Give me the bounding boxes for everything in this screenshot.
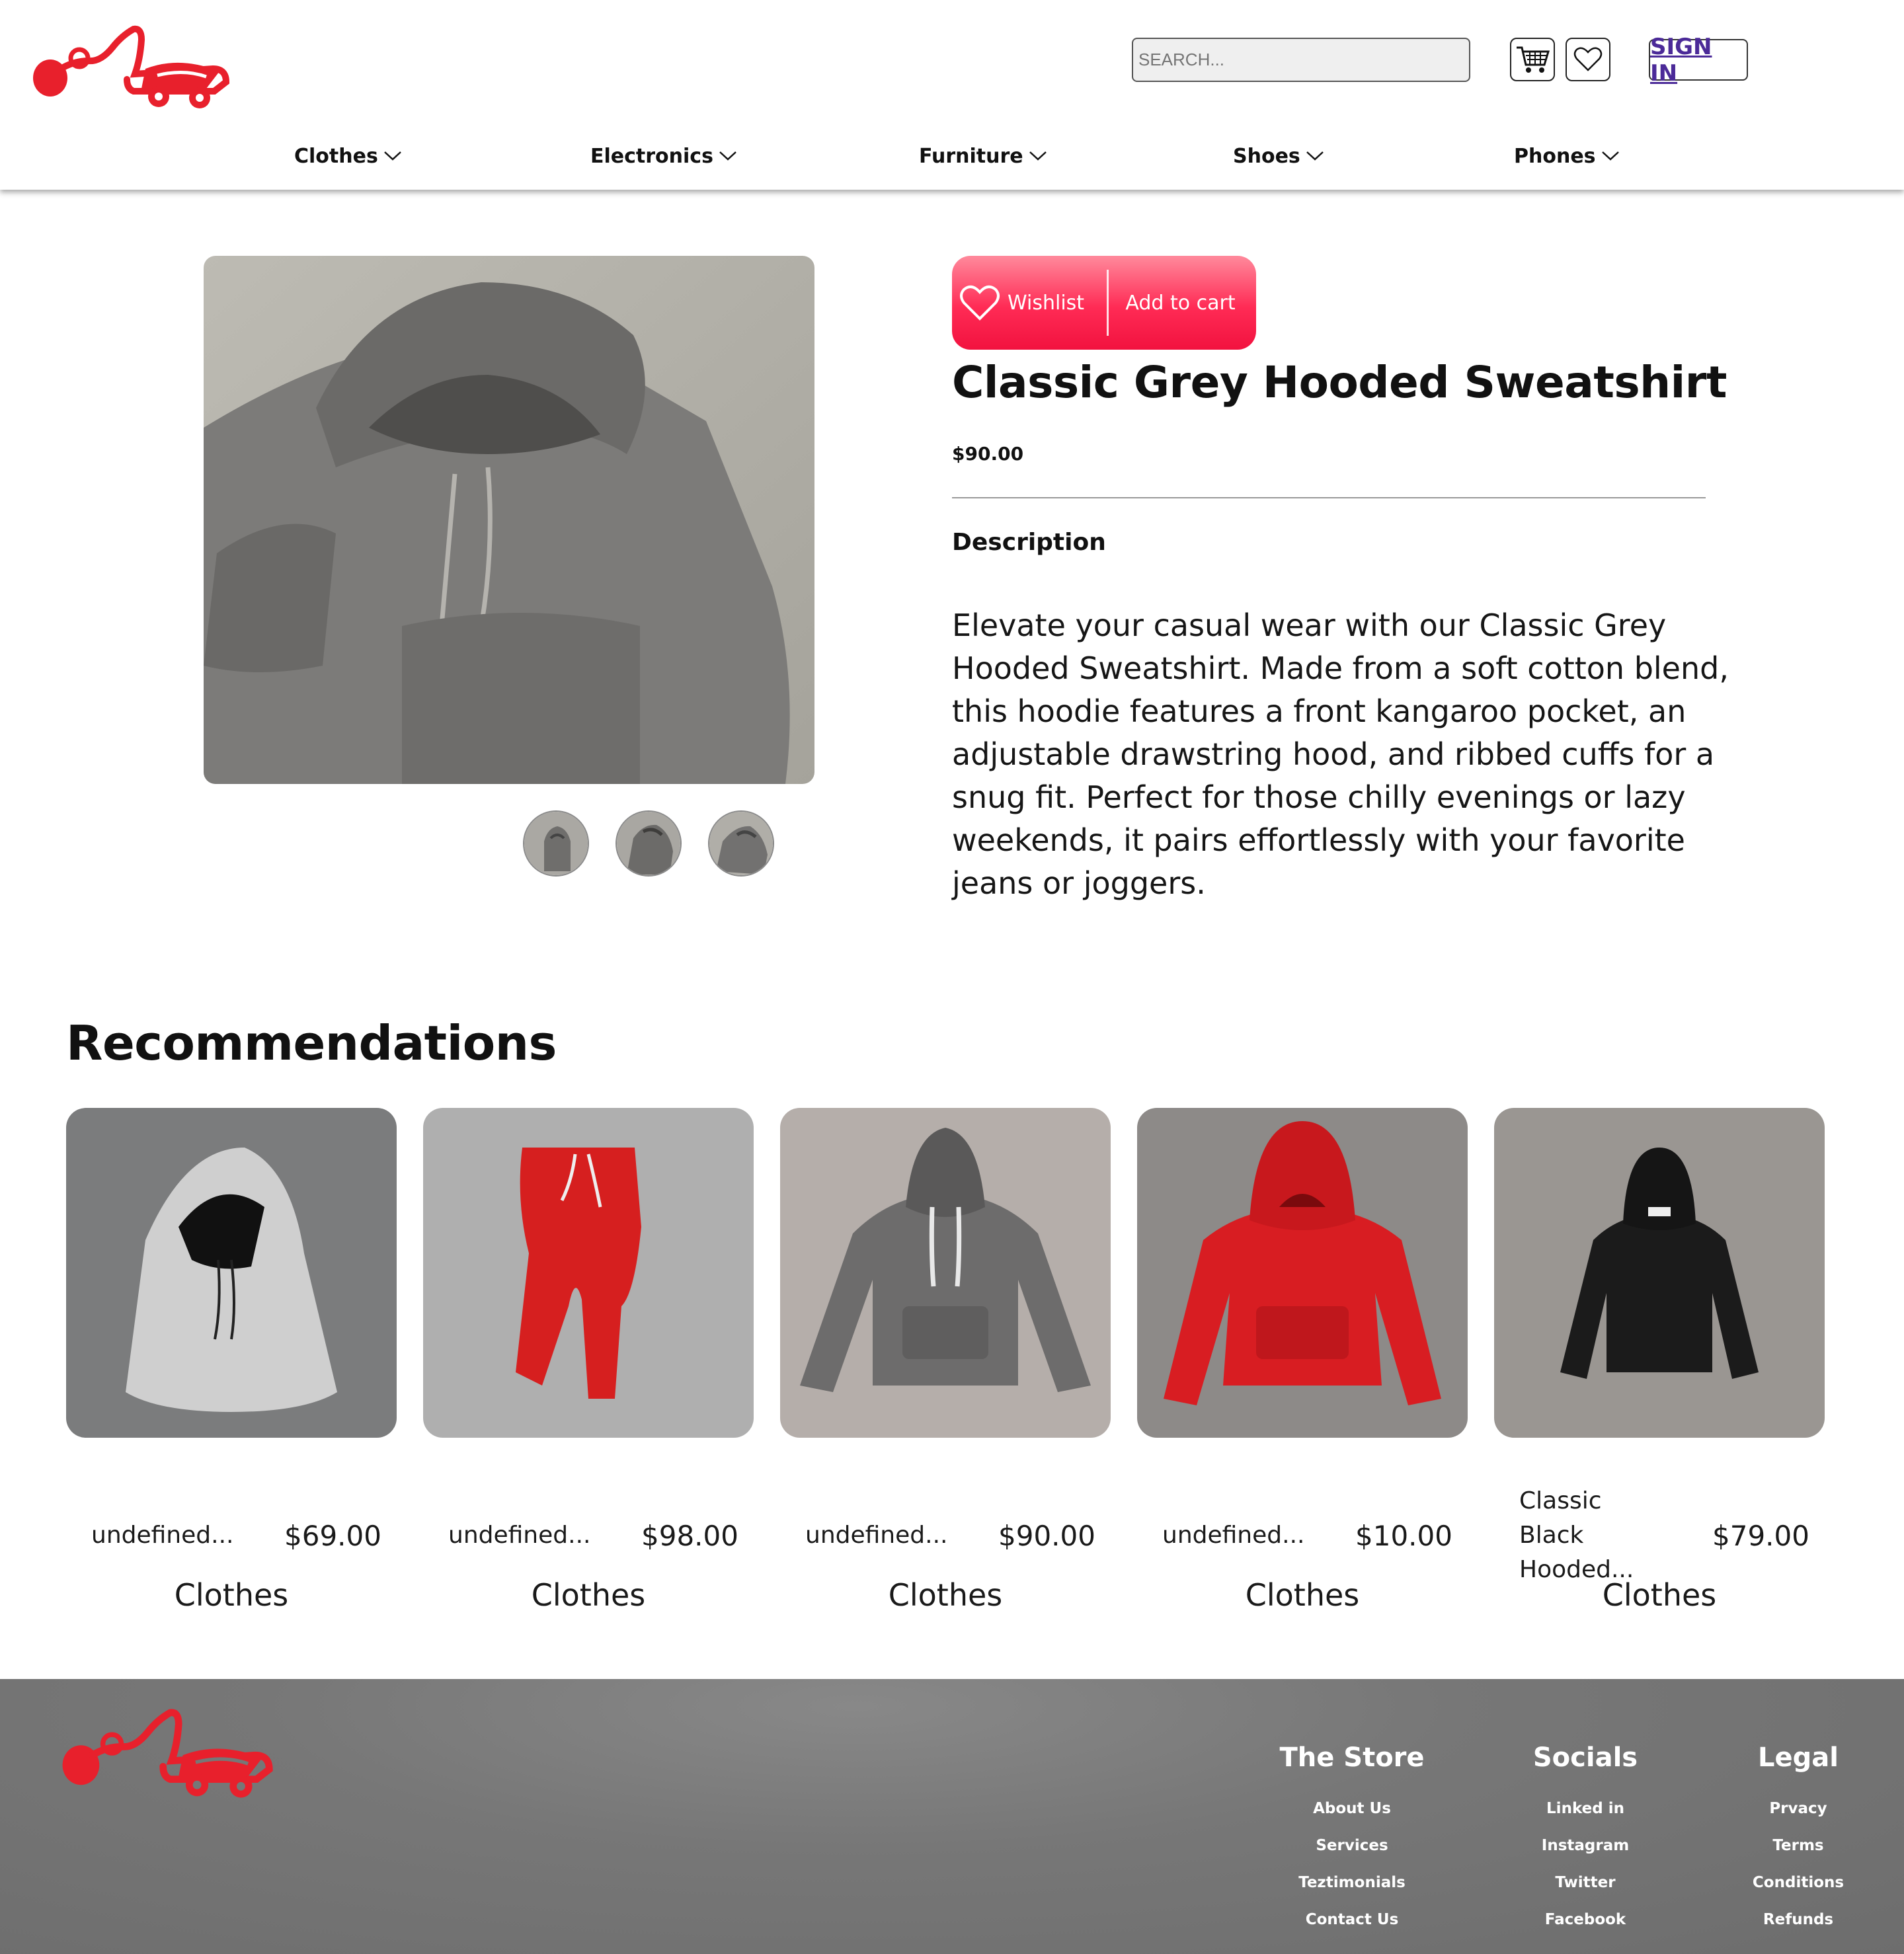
nav-label: Furniture (919, 144, 1023, 168)
description-heading: Description (952, 529, 1106, 556)
product-price: $90.00 (952, 443, 1024, 465)
nav-label: Phones (1514, 144, 1596, 168)
product-main-image (204, 256, 814, 784)
footer-link[interactable]: About Us (1246, 1790, 1458, 1827)
footer-link[interactable]: Conditions (1692, 1864, 1904, 1901)
footer-heading: Legal (1758, 1742, 1839, 1773)
recommendation-image[interactable] (423, 1108, 754, 1438)
product-title: Classic Grey Hooded Sweatshirt (952, 357, 1727, 408)
chevron-down-icon (1601, 151, 1619, 161)
recommendation-name: undefined... (805, 1522, 948, 1549)
footer-link[interactable]: Twitter (1480, 1864, 1691, 1901)
recommendations-heading: Recommendations (66, 1015, 557, 1071)
footer-link[interactable]: Terms (1692, 1827, 1904, 1864)
nav-label: Clothes (294, 144, 378, 168)
nav-furniture[interactable]: Furniture (919, 143, 1047, 169)
footer-link[interactable]: Services (1246, 1827, 1458, 1864)
product-thumbnail[interactable] (523, 810, 589, 877)
recommendation-category: Clothes (174, 1577, 289, 1613)
add-to-cart-label: Add to cart (1125, 291, 1236, 315)
chevron-down-icon (719, 151, 736, 161)
add-to-cart-button[interactable]: Add to cart (1109, 256, 1256, 350)
recommendation-name: undefined... (448, 1522, 591, 1549)
product-action-bar: Wishlist Add to cart (952, 256, 1256, 350)
recommendation-price: $10.00 (1355, 1519, 1452, 1552)
recommendation-card[interactable]: Classic Black Hooded... $79.00 Clothes (1494, 1108, 1825, 1637)
divider (952, 497, 1706, 498)
recommendation-price: $90.00 (998, 1519, 1095, 1552)
chevron-down-icon (1306, 151, 1324, 161)
footer-link[interactable]: Linked in (1480, 1790, 1691, 1827)
product-description: Elevate your casual wear with our Classi… (952, 607, 1729, 901)
recommendation-name: undefined... (91, 1522, 234, 1549)
footer-link[interactable]: Refunds (1692, 1901, 1904, 1938)
recommendation-name: undefined... (1162, 1522, 1305, 1549)
recommendation-price: $69.00 (284, 1519, 381, 1552)
wishlist-button[interactable]: Wishlist (952, 256, 1107, 350)
recommendation-card[interactable]: undefined... $69.00 Clothes (66, 1108, 397, 1637)
recommendation-category: Clothes (888, 1577, 1003, 1613)
recommendation-image[interactable] (1137, 1108, 1468, 1438)
recommendation-card[interactable]: undefined... $98.00 Clothes (423, 1108, 754, 1637)
wishlist-label: Wishlist (1008, 291, 1085, 315)
footer-link[interactable]: Instagram (1480, 1827, 1691, 1864)
footer-link[interactable]: Facebook (1480, 1901, 1691, 1938)
footer-column-store: The Store About Us Services Teztimonials… (1246, 1742, 1458, 1938)
wishlist-header-button[interactable] (1566, 38, 1610, 81)
recommendation-category: Clothes (531, 1577, 646, 1613)
footer-link[interactable]: Contact Us (1246, 1901, 1458, 1938)
recommendation-card[interactable]: undefined... $90.00 Clothes (780, 1108, 1111, 1637)
recommendation-category: Clothes (1602, 1577, 1717, 1613)
recommendation-price: $79.00 (1712, 1519, 1809, 1552)
chevron-down-icon (1029, 151, 1047, 161)
heart-icon (960, 285, 1000, 321)
nav-clothes[interactable]: Clothes (294, 143, 402, 169)
footer-column-socials: Socials Linked in Instagram Twitter Face… (1480, 1742, 1691, 1938)
product-thumbnail[interactable] (615, 810, 682, 877)
recommendation-image[interactable] (780, 1108, 1111, 1438)
recommendation-image[interactable] (1494, 1108, 1825, 1438)
product-thumbnail[interactable] (708, 810, 774, 877)
nav-phones[interactable]: Phones (1514, 143, 1620, 169)
recommendation-price: $98.00 (641, 1519, 738, 1552)
nav-shoes[interactable]: Shoes (1233, 143, 1324, 169)
cart-icon (1517, 46, 1550, 73)
footer-heading: Socials (1532, 1742, 1638, 1773)
footer-link[interactable]: Prvacy (1692, 1790, 1904, 1827)
footer-column-legal: Legal Prvacy Terms Conditions Refunds (1692, 1742, 1904, 1938)
recommendation-name: Classic Black Hooded... (1519, 1487, 1634, 1583)
heart-icon (1573, 47, 1603, 71)
nav-electronics[interactable]: Electronics (590, 143, 737, 169)
nav-label: Electronics (590, 144, 713, 168)
nav-label: Shoes (1233, 144, 1300, 168)
search-input[interactable] (1132, 38, 1470, 82)
footer-link[interactable]: Teztimonials (1246, 1864, 1458, 1901)
chevron-down-icon (383, 151, 401, 161)
recommendation-card[interactable]: undefined... $10.00 Clothes (1137, 1108, 1468, 1637)
cart-button[interactable] (1510, 38, 1555, 81)
footer-logo[interactable] (57, 1705, 276, 1801)
sign-in-button[interactable]: SIGN IN (1649, 34, 1748, 87)
recommendation-image[interactable] (66, 1108, 397, 1438)
site-header: SIGN IN Clothes Electronics Furniture Sh… (0, 0, 1904, 190)
recommendation-category: Clothes (1245, 1577, 1360, 1613)
store-logo[interactable] (28, 22, 233, 111)
footer-heading: The Store (1279, 1742, 1425, 1773)
